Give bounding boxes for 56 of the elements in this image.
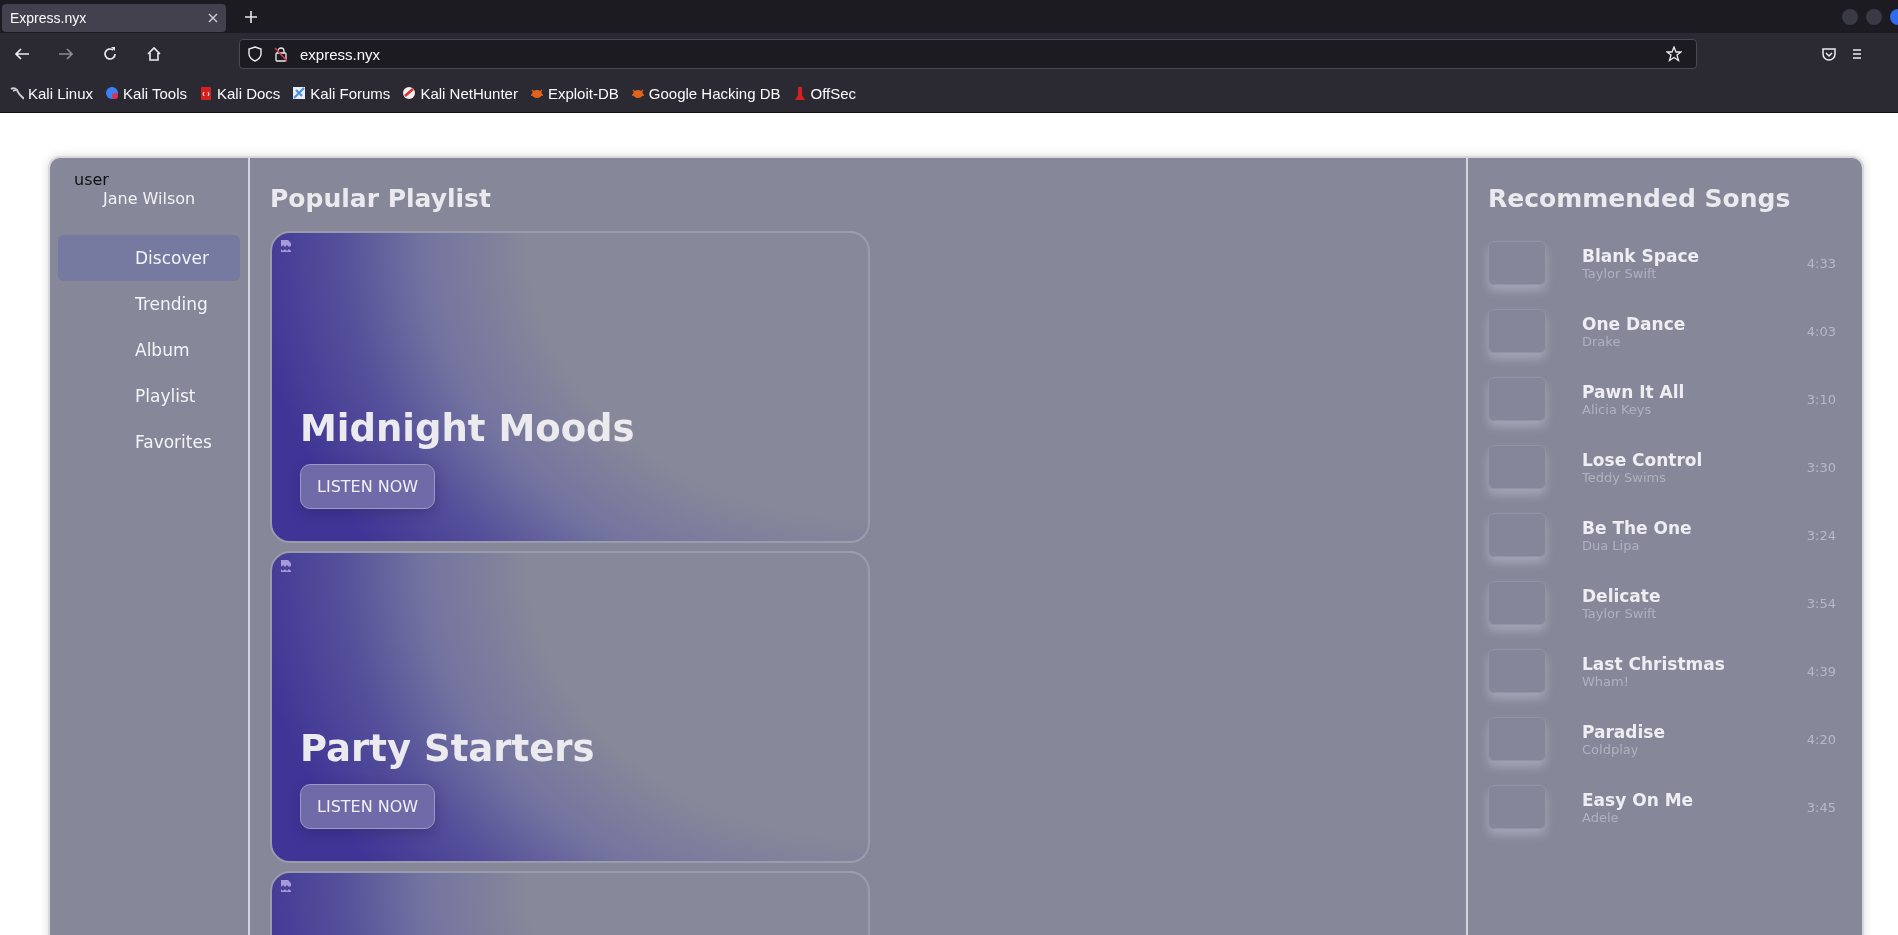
- song-title: Last Christmas: [1582, 653, 1726, 674]
- song-title: Pawn It All: [1582, 381, 1686, 402]
- broken-image-icon: [280, 239, 292, 253]
- browser-tab[interactable]: Express.nyx: [2, 3, 226, 32]
- song-thumbnail: [1488, 649, 1546, 693]
- bookmark[interactable]: Kali Forums: [292, 85, 391, 102]
- new-tab-icon[interactable]: [244, 9, 258, 24]
- bookmark[interactable]: Kali Docs: [199, 85, 281, 102]
- menu-icon[interactable]: [1853, 47, 1861, 61]
- song-thumbnail: [1488, 717, 1546, 761]
- bookmark[interactable]: Kali Linux: [10, 85, 94, 102]
- bookmark[interactable]: Kali NetHunter: [402, 85, 518, 102]
- song-thumbnail: [1488, 377, 1546, 421]
- song-title: Blank Space: [1582, 245, 1701, 266]
- song-title: One Dance: [1582, 313, 1687, 334]
- listen-now-button[interactable]: LISTEN NOW: [300, 464, 436, 509]
- playlist-title: Midnight Moods: [300, 407, 636, 450]
- user-label: user: [73, 170, 110, 189]
- song-title: Delicate: [1582, 585, 1662, 606]
- pocket-icon[interactable]: [1821, 46, 1837, 62]
- address-bar[interactable]: express.nyx: [239, 39, 1697, 69]
- listen-now-button[interactable]: LISTEN NOW: [300, 784, 436, 829]
- playlist-title: Party Starters: [300, 727, 596, 770]
- song-thumbnail: [1488, 785, 1546, 829]
- badge-icon: [402, 86, 417, 101]
- song-title: Lose Control: [1582, 449, 1704, 470]
- song-thumbnail: [1488, 581, 1546, 625]
- window-close-icon[interactable]: [1889, 7, 1898, 26]
- globe-icon: [105, 86, 120, 101]
- star-icon[interactable]: [1666, 46, 1682, 62]
- forward-icon[interactable]: [58, 46, 74, 62]
- section-heading: Recommended Songs: [1488, 184, 1792, 213]
- section-heading: Popular Playlist: [270, 184, 492, 213]
- close-icon[interactable]: [208, 12, 218, 23]
- song-thumbnail: [1488, 513, 1546, 557]
- shield-icon[interactable]: [248, 46, 262, 62]
- nav-item[interactable]: Discover: [58, 235, 240, 281]
- document-icon: [199, 86, 213, 101]
- song-thumbnail: [1488, 445, 1546, 489]
- bookmark[interactable]: Kali Tools: [105, 85, 187, 102]
- song-title: Paradise: [1582, 721, 1666, 742]
- back-icon[interactable]: [14, 46, 30, 62]
- bookmark[interactable]: Google Hacking DB: [630, 85, 781, 102]
- bookmark[interactable]: OffSec: [792, 85, 857, 102]
- reload-icon[interactable]: [102, 46, 118, 62]
- broken-image-icon: [280, 879, 292, 893]
- song-thumbnail: [1488, 309, 1546, 353]
- bookmark[interactable]: Exploit-DB: [529, 85, 619, 102]
- broken-image-icon: [280, 559, 292, 573]
- song-title: Be The One: [1582, 517, 1693, 538]
- song-title: Easy On Me: [1582, 789, 1695, 810]
- lock-icon: [274, 46, 288, 62]
- url-text: express.nyx: [300, 45, 381, 63]
- song-thumbnail: [1488, 241, 1546, 285]
- user-name: Jane Wilson: [101, 189, 197, 208]
- home-icon[interactable]: [146, 46, 162, 62]
